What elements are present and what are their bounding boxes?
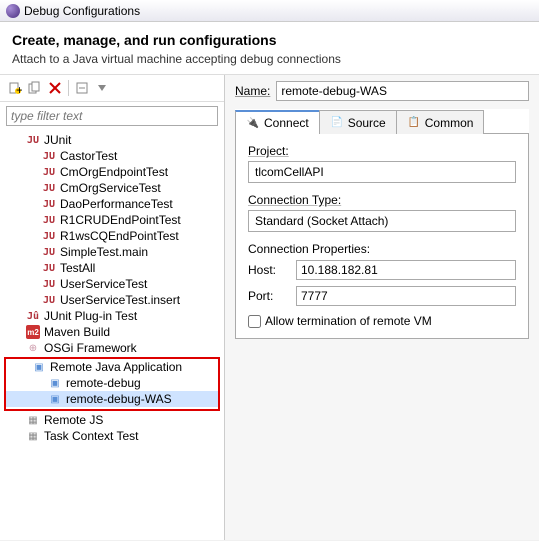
tree-node[interactable]: JUUserServiceTest <box>0 276 224 292</box>
tree-node[interactable]: JUCmOrgEndpointTest <box>0 164 224 180</box>
tree-node[interactable]: JUUserServiceTest.insert <box>0 292 224 308</box>
tree-node[interactable]: JUSimpleTest.main <box>0 244 224 260</box>
new-config-button[interactable]: + <box>6 79 24 97</box>
svg-text:+: + <box>16 83 22 95</box>
tree-node-junit[interactable]: JUJUnit <box>0 132 224 148</box>
common-icon: 📋 <box>407 116 421 130</box>
remote-java-icon: ▣ <box>32 360 46 374</box>
header: Create, manage, and run configurations A… <box>0 22 539 75</box>
tree-node-remote-js[interactable]: ▦Remote JS <box>0 412 224 428</box>
separator <box>68 80 69 96</box>
duplicate-config-button[interactable] <box>26 79 44 97</box>
tree-node-remote-java[interactable]: ▣Remote Java Application <box>6 359 218 375</box>
tree-node[interactable]: JUCastorTest <box>0 148 224 164</box>
host-label: Host: <box>248 263 288 277</box>
expand-button[interactable] <box>93 79 111 97</box>
delete-config-button[interactable] <box>46 79 64 97</box>
junit-icon: JU <box>26 133 40 147</box>
connection-type-label: Connection Type: <box>248 193 516 207</box>
junit-icon: JU <box>42 213 56 227</box>
filter-input[interactable] <box>6 106 218 126</box>
titlebar: Debug Configurations <box>0 0 539 22</box>
config-tree[interactable]: JUJUnit JUCastorTest JUCmOrgEndpointTest… <box>0 130 224 540</box>
tree-node[interactable]: JUR1CRUDEndPointTest <box>0 212 224 228</box>
tree-node-remote-debug-was[interactable]: ▣remote-debug-WAS <box>6 391 218 407</box>
name-input[interactable] <box>276 81 529 101</box>
connect-icon: 🔌 <box>246 116 260 130</box>
junit-icon: JU <box>42 245 56 259</box>
tree-node[interactable]: JUR1wsCQEndPointTest <box>0 228 224 244</box>
right-panel: Name: 🔌Connect 📄Source 📋Common Project: … <box>225 75 539 540</box>
tab-source[interactable]: 📄Source <box>319 110 397 134</box>
tree-node[interactable]: JUTestAll <box>0 260 224 276</box>
source-icon: 📄 <box>330 116 344 130</box>
name-label: Name: <box>235 84 270 98</box>
tree-node-junit-plugin[interactable]: JûJUnit Plug-in Test <box>0 308 224 324</box>
collapse-button[interactable] <box>73 79 91 97</box>
host-input[interactable] <box>296 260 516 280</box>
junit-icon: JU <box>42 229 56 243</box>
allow-termination-label: Allow termination of remote VM <box>265 314 432 328</box>
tab-common[interactable]: 📋Common <box>396 110 485 134</box>
remote-java-leaf-icon: ▣ <box>48 376 62 390</box>
tree-toolbar: + <box>0 75 224 102</box>
task-context-icon: ▦ <box>26 429 40 443</box>
filter-box <box>6 106 218 126</box>
tree-node-osgi[interactable]: ⊕OSGi Framework <box>0 340 224 356</box>
page-title: Create, manage, and run configurations <box>12 32 527 48</box>
junit-plugin-icon: Jû <box>26 309 40 323</box>
tab-connect[interactable]: 🔌Connect <box>235 110 320 134</box>
port-input[interactable] <box>296 286 516 306</box>
connection-type-select[interactable]: Standard (Socket Attach) <box>248 210 516 232</box>
tab-bar: 🔌Connect 📄Source 📋Common <box>235 109 529 134</box>
allow-termination-checkbox[interactable] <box>248 315 261 328</box>
junit-icon: JU <box>42 181 56 195</box>
remote-js-icon: ▦ <box>26 413 40 427</box>
remote-java-leaf-icon: ▣ <box>48 392 62 406</box>
tree-node-remote-debug[interactable]: ▣remote-debug <box>6 375 218 391</box>
junit-icon: JU <box>42 165 56 179</box>
port-label: Port: <box>248 289 288 303</box>
project-label: Project: <box>248 144 516 158</box>
highlight-annotation: ▣Remote Java Application ▣remote-debug ▣… <box>4 357 220 411</box>
tree-node-task-context[interactable]: ▦Task Context Test <box>0 428 224 444</box>
junit-icon: JU <box>42 293 56 307</box>
junit-icon: JU <box>42 197 56 211</box>
connection-properties-label: Connection Properties: <box>248 242 516 256</box>
maven-icon: m2 <box>26 325 40 339</box>
left-panel: + JUJUnit JUCastorTest JUCmOrgEndpointTe… <box>0 75 225 540</box>
osgi-icon: ⊕ <box>26 341 40 355</box>
tree-node-maven[interactable]: m2Maven Build <box>0 324 224 340</box>
tree-node[interactable]: JUCmOrgServiceTest <box>0 180 224 196</box>
page-subtitle: Attach to a Java virtual machine accepti… <box>12 52 527 66</box>
window-title: Debug Configurations <box>24 4 140 18</box>
junit-icon: JU <box>42 149 56 163</box>
eclipse-icon <box>6 4 20 18</box>
junit-icon: JU <box>42 277 56 291</box>
project-input[interactable]: tlcomCellAPI <box>248 161 516 183</box>
tree-node[interactable]: JUDaoPerformanceTest <box>0 196 224 212</box>
junit-icon: JU <box>42 261 56 275</box>
tab-body: Project: tlcomCellAPI Connection Type: S… <box>235 134 529 339</box>
